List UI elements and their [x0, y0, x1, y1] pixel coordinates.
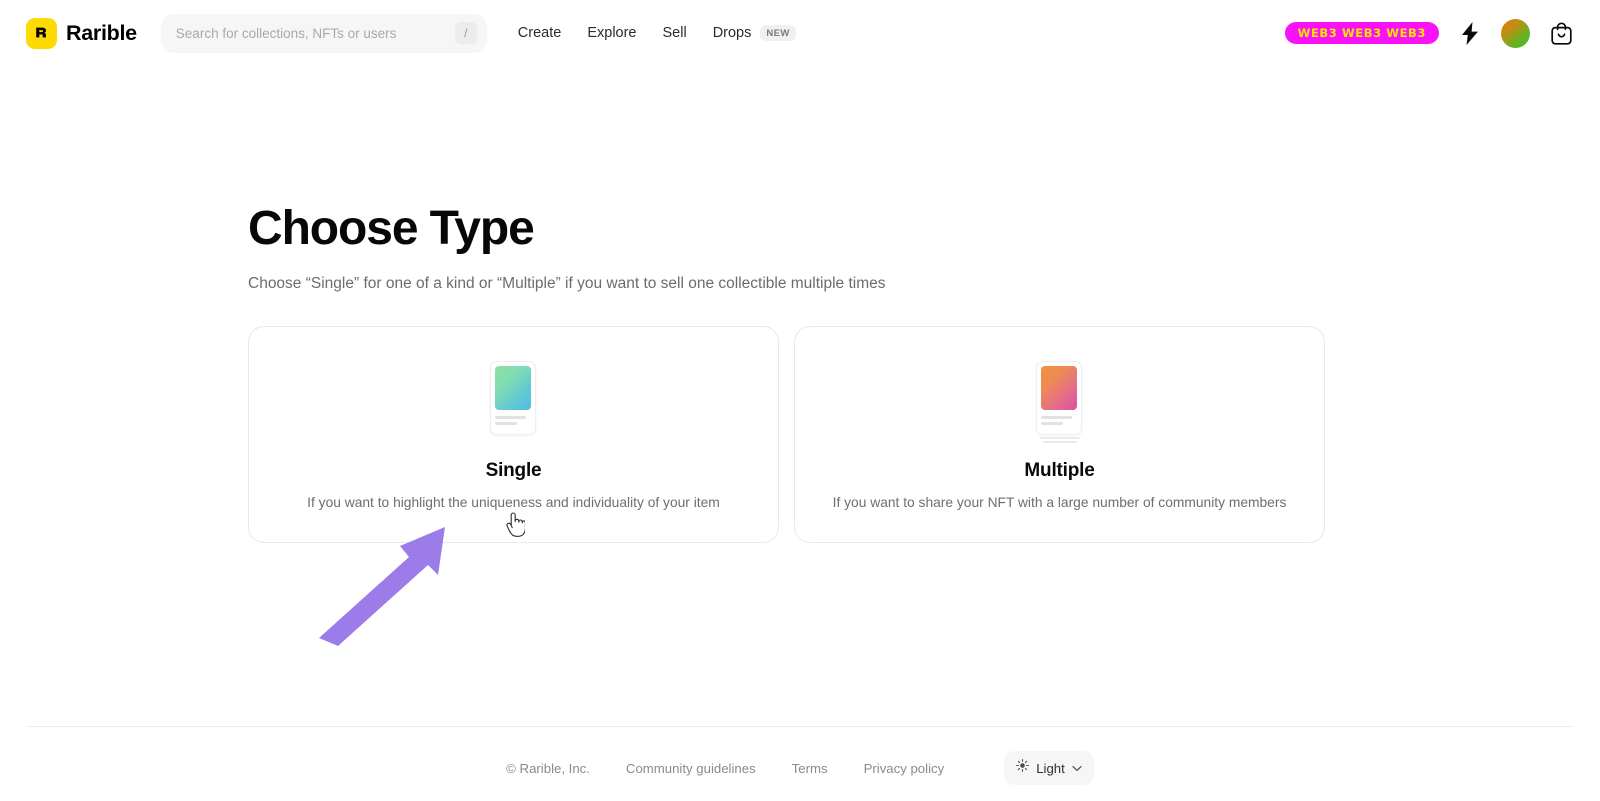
main-content: Choose Type Choose “Single” for one of a… [0, 66, 1600, 543]
nav-item-explore[interactable]: Explore [587, 25, 636, 41]
multiple-mini-card [1036, 361, 1082, 435]
rarible-logo-icon [26, 18, 57, 49]
search-box[interactable]: / [161, 14, 487, 53]
nav-item-drops-new-badge: NEW [760, 25, 795, 42]
type-card-single-description: If you want to highlight the uniqueness … [307, 495, 720, 510]
site-footer: © Rarible, Inc. Community guidelines Ter… [0, 735, 1600, 801]
footer-link-community-guidelines[interactable]: Community guidelines [626, 761, 756, 776]
avatar[interactable] [1501, 19, 1530, 48]
theme-label: Light [1036, 761, 1065, 776]
page-title: Choose Type [248, 204, 1600, 254]
single-card-icon [490, 361, 538, 439]
type-card-multiple[interactable]: Multiple If you want to share your NFT w… [794, 326, 1325, 543]
bolt-icon[interactable] [1457, 18, 1483, 48]
search-shortcut-badge: / [455, 22, 477, 44]
type-card-single-title: Single [486, 460, 542, 482]
multiple-line-1 [1041, 416, 1072, 419]
rarible-choose-type-page: Rarible / Create Explore Sell Drops NEW … [0, 0, 1600, 801]
multiple-thumbnail [1041, 366, 1077, 410]
single-line-2 [495, 422, 517, 425]
footer-divider [26, 726, 1574, 727]
brand-logo-link[interactable]: Rarible [26, 18, 137, 49]
site-header: Rarible / Create Explore Sell Drops NEW … [0, 0, 1600, 66]
footer-link-terms[interactable]: Terms [792, 761, 828, 776]
multiple-stack-line-1 [1040, 437, 1080, 439]
single-mini-card [490, 361, 536, 435]
single-thumbnail [495, 366, 531, 410]
footer-link-privacy-policy[interactable]: Privacy policy [864, 761, 945, 776]
multiple-card-icon [1036, 361, 1084, 439]
brand-name: Rarible [66, 21, 137, 46]
primary-nav: Create Explore Sell Drops NEW [518, 25, 796, 42]
nav-item-create[interactable]: Create [518, 25, 562, 41]
type-card-multiple-title: Multiple [1024, 460, 1094, 482]
sun-icon [1016, 759, 1029, 777]
single-line-1 [495, 416, 526, 419]
type-card-multiple-description: If you want to share your NFT with a lar… [833, 495, 1287, 510]
header-actions: WEB3 WEB3 WEB3 [1285, 18, 1574, 48]
type-options: Single If you want to highlight the uniq… [248, 326, 1600, 543]
theme-switcher[interactable]: Light [1004, 751, 1094, 785]
nav-item-drops-label: Drops [713, 25, 752, 41]
web3-promo-pill[interactable]: WEB3 WEB3 WEB3 [1285, 22, 1439, 45]
search-input[interactable] [176, 26, 455, 41]
type-card-single[interactable]: Single If you want to highlight the uniq… [248, 326, 779, 543]
page-subtitle: Choose “Single” for one of a kind or “Mu… [248, 275, 1600, 293]
multiple-line-2 [1041, 422, 1063, 425]
footer-copyright: © Rarible, Inc. [506, 761, 590, 776]
shopping-bag-icon[interactable] [1548, 18, 1574, 48]
nav-item-drops[interactable]: Drops NEW [713, 25, 796, 42]
nav-item-sell[interactable]: Sell [663, 25, 687, 41]
chevron-down-icon [1072, 759, 1082, 777]
multiple-stack-line-2 [1043, 441, 1077, 443]
